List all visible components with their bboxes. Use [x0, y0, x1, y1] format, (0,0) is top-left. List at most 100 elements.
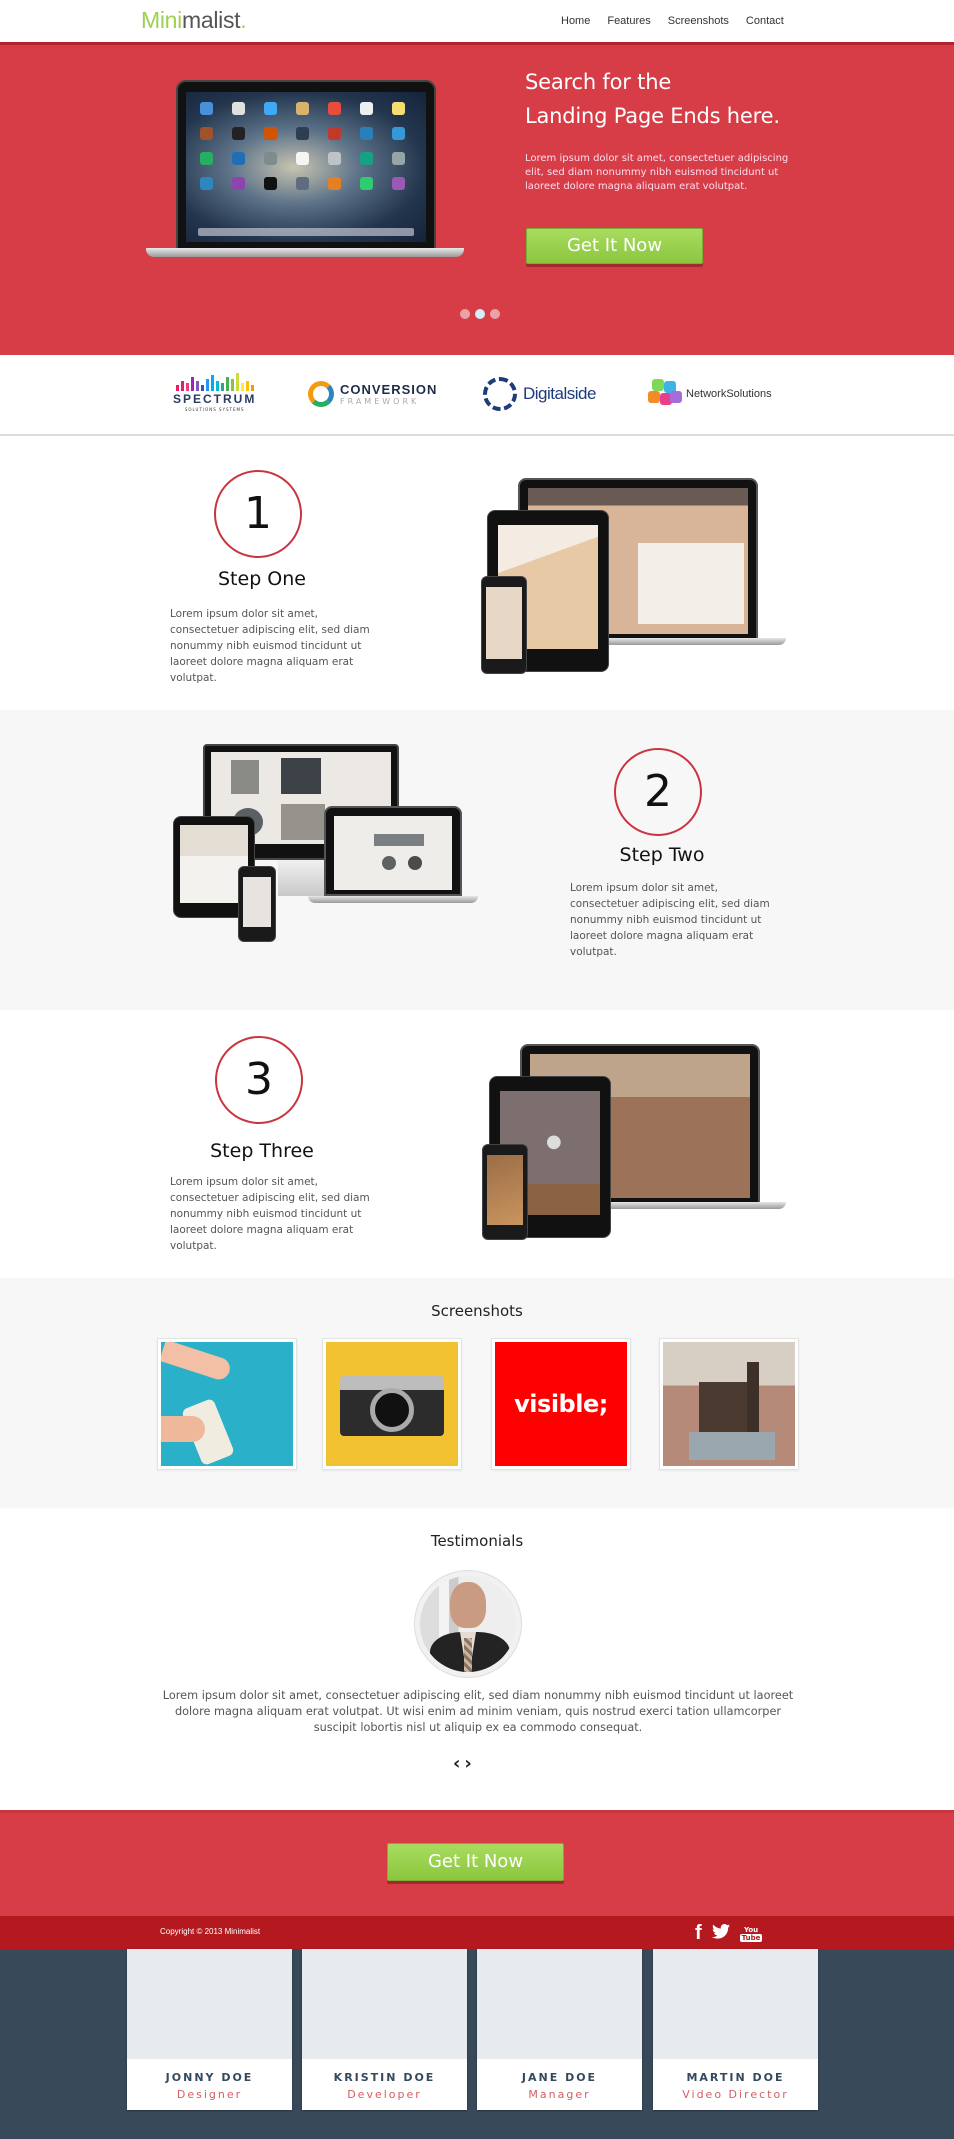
twitter-bird-svg	[711, 1924, 730, 1939]
nav-features[interactable]: Features	[607, 15, 650, 27]
laptop-lid	[176, 80, 436, 250]
spectrum-bars-icon	[175, 373, 254, 391]
network-name: NetworkSolutions	[686, 388, 772, 400]
team-card[interactable]: JANE DOE Manager	[477, 1949, 642, 2110]
equalizer-bar	[205, 379, 209, 391]
statue-figure	[747, 1362, 759, 1432]
copyright-text: Copyright © 2013 Minimalist	[160, 1927, 261, 1936]
app-icon	[264, 127, 277, 140]
slider-dot-1[interactable]	[460, 309, 470, 319]
slider-dot-2[interactable]	[475, 309, 485, 319]
app-icon	[232, 127, 245, 140]
youtube-icon[interactable]: You Tube	[739, 1925, 763, 1942]
team-section: JONNY DOE Designer KRISTIN DOE Developer…	[0, 1949, 954, 2139]
team-photo-placeholder	[477, 1949, 642, 2059]
footer-get-it-now-button[interactable]: Get It Now	[387, 1843, 564, 1881]
conversion-name: CONVERSION	[340, 382, 438, 397]
app-icon	[360, 177, 373, 190]
part-image	[281, 804, 325, 840]
app-icon	[296, 177, 309, 190]
hero-title-line2: Landing Page Ends here.	[525, 104, 780, 128]
testimonial-avatar[interactable]	[414, 1570, 522, 1678]
spectrum-tagline: SOLUTIONS SYSTEMS	[184, 407, 245, 412]
slider-dot-3[interactable]	[490, 309, 500, 319]
equalizer-bar	[245, 381, 249, 391]
conversion-logo[interactable]: CONVERSION FRAMEWORK	[308, 373, 437, 415]
laptop-screen	[334, 816, 452, 890]
equalizer-bar	[185, 383, 189, 391]
conversion-tagline: FRAMEWORK	[340, 397, 420, 406]
digitalside-ring-icon	[483, 377, 517, 411]
step-number-badge: 1	[214, 470, 302, 558]
app-icon	[232, 152, 245, 165]
spectrum-name: SPECTRUM	[173, 392, 257, 406]
team-member-role: Designer	[176, 2088, 243, 2101]
conversion-ring-icon	[308, 381, 334, 407]
nav-contact[interactable]: Contact	[746, 15, 784, 27]
social-links: f You Tube	[695, 1922, 763, 1945]
device-laptop-base	[308, 896, 478, 903]
app-icon	[328, 152, 341, 165]
screenshot-thumbnail-3[interactable]: visible;	[491, 1338, 631, 1470]
equalizer-bar	[175, 385, 179, 391]
app-icon	[296, 127, 309, 140]
step-two-section: 2 Step Two Lorem ipsum dolor sit amet, c…	[0, 710, 954, 1010]
app-icon	[232, 102, 245, 115]
equalizer-bar	[195, 381, 199, 391]
hero-title: Search for the Landing Page Ends here.	[525, 65, 780, 133]
testimonials-section: Testimonials Lorem ipsum dolor sit amet,…	[0, 1508, 954, 1810]
part-image	[231, 760, 259, 794]
facebook-icon[interactable]: f	[695, 1922, 702, 1945]
app-icon	[264, 177, 277, 190]
youtube-top: You	[743, 1925, 759, 1934]
step-number-badge: 3	[215, 1036, 303, 1124]
nav-home[interactable]: Home	[561, 15, 590, 27]
networksolutions-logo[interactable]: NetworkSolutions	[648, 373, 772, 415]
team-card[interactable]: JONNY DOE Designer	[127, 1949, 292, 2110]
team-photo-placeholder	[302, 1949, 467, 2059]
statue-image	[663, 1342, 795, 1466]
chevron-right-icon[interactable]: ›	[464, 1753, 471, 1774]
equalizer-bar	[200, 385, 204, 391]
site-logo[interactable]: Minimalist.	[141, 7, 247, 34]
equalizer-bar	[240, 383, 244, 391]
twitter-icon[interactable]	[711, 1924, 730, 1943]
team-photo-placeholder	[127, 1949, 292, 2059]
phone-screen	[243, 877, 271, 927]
step-title: Step Two	[619, 844, 705, 866]
hand-shape	[161, 1416, 205, 1442]
equalizer-bar	[235, 373, 239, 391]
team-card[interactable]: KRISTIN DOE Developer	[302, 1949, 467, 2110]
book-image	[638, 543, 744, 624]
app-icon	[232, 177, 245, 190]
team-member-role: Video Director	[682, 2088, 789, 2101]
testimonials-title: Testimonials	[430, 1532, 524, 1550]
footer-bar: Copyright © 2013 Minimalist f You Tube	[0, 1916, 954, 1949]
youtube-bottom: Tube	[739, 1933, 763, 1942]
slider-dots	[460, 309, 500, 319]
step-description: Lorem ipsum dolor sit amet, consectetuer…	[170, 1176, 370, 1252]
spectrum-logo[interactable]: SPECTRUM SOLUTIONS SYSTEMS	[173, 373, 256, 415]
screenshot-thumbnail-2[interactable]	[322, 1338, 462, 1470]
nav-screenshots[interactable]: Screenshots	[668, 15, 729, 27]
hand-shape	[161, 1342, 233, 1383]
camera-lens	[370, 1388, 414, 1432]
laptop-base	[146, 248, 464, 257]
equalizer-bar	[190, 377, 194, 391]
hero-get-it-now-button[interactable]: Get It Now	[526, 228, 703, 264]
team-card[interactable]: MARTIN DOE Video Director	[653, 1949, 818, 2110]
step-three-section: 3 Step Three Lorem ipsum dolor sit amet,…	[0, 1010, 954, 1278]
digitalside-logo[interactable]: Digitalside	[483, 373, 596, 415]
team-member-name: JANE DOE	[521, 2071, 598, 2084]
screenshot-thumbnail-4[interactable]	[659, 1338, 799, 1470]
step-title: Step One	[218, 568, 306, 590]
step-one-section: 1 Step One Lorem ipsum dolor sit amet, c…	[0, 436, 954, 710]
app-icon	[200, 127, 213, 140]
screenshot-thumbnail-1[interactable]	[157, 1338, 297, 1470]
app-icon	[360, 102, 373, 115]
equalizer-bar	[220, 383, 224, 391]
app-icon	[200, 177, 213, 190]
phone-screen	[487, 1155, 523, 1225]
app-icon	[296, 152, 309, 165]
chevron-left-icon[interactable]: ‹	[453, 1753, 460, 1774]
